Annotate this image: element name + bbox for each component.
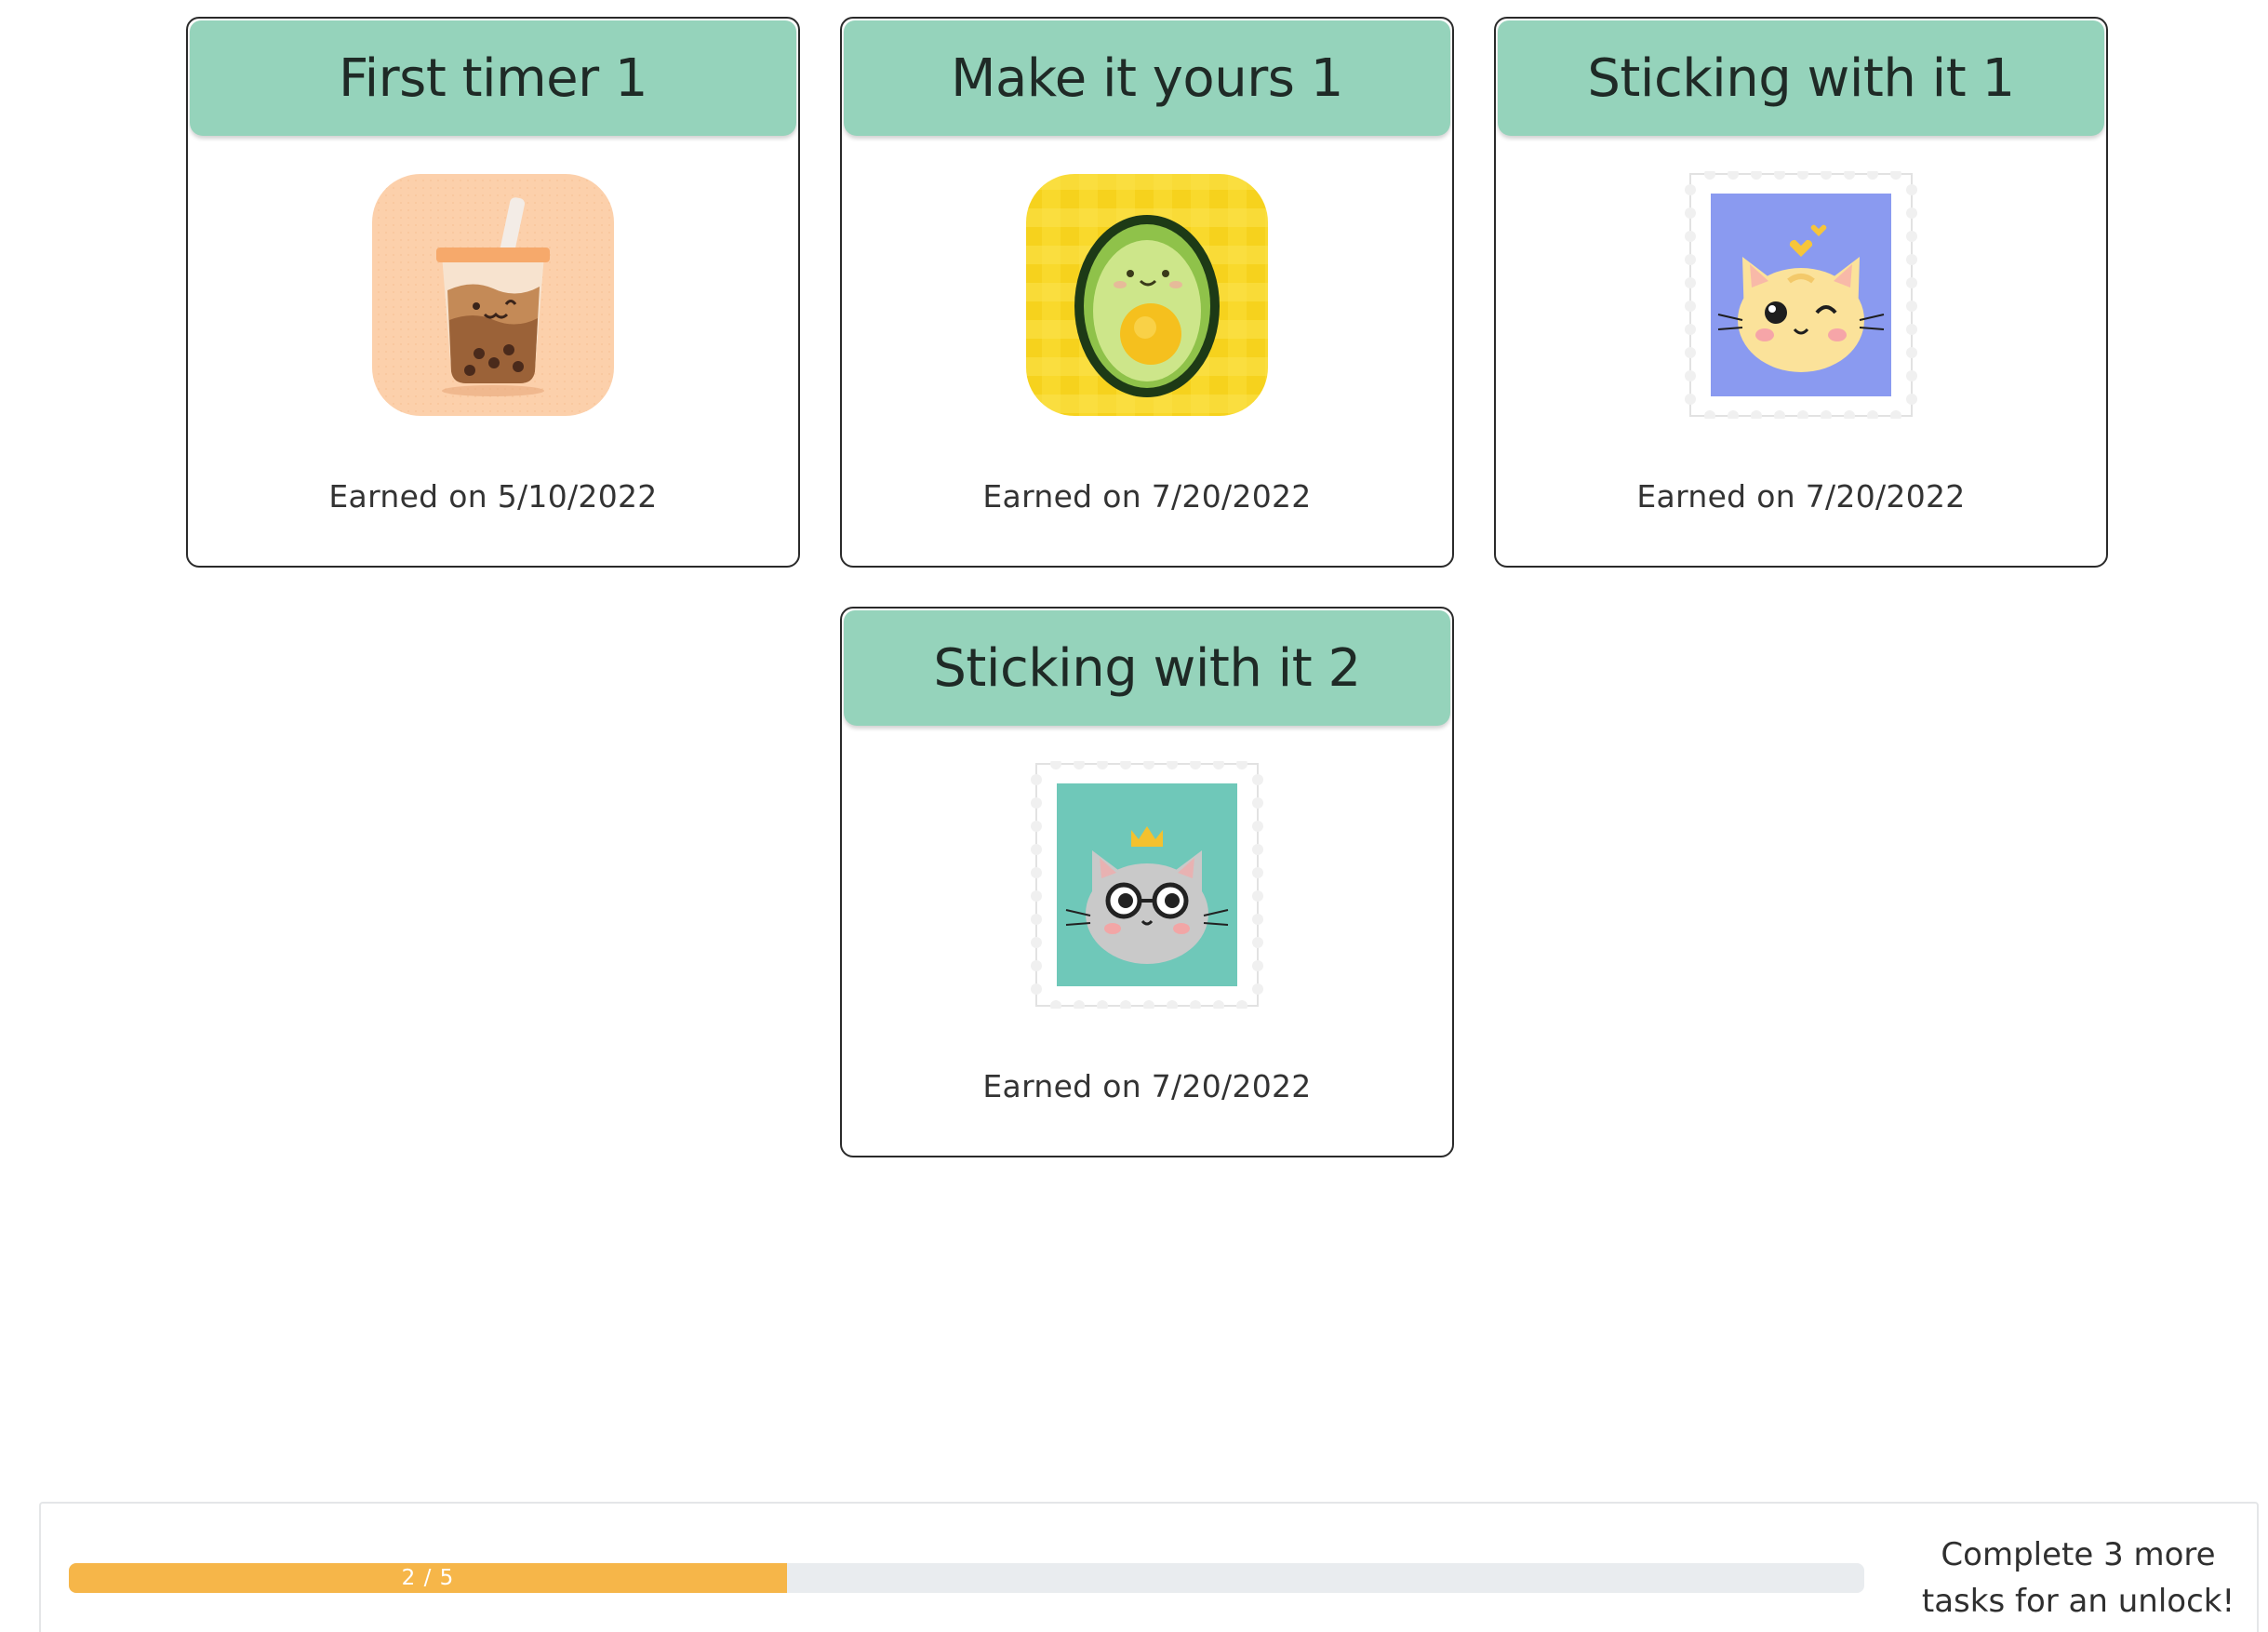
badge-title: Sticking with it 1 bbox=[1587, 47, 2015, 109]
unlock-message-line-1: Complete 3 more bbox=[1941, 1536, 2216, 1573]
progress-footer: 2 / 5 Complete 3 more tasks for an unloc… bbox=[39, 1502, 2259, 1632]
badge-card-header: Sticking with it 2 bbox=[844, 610, 1450, 726]
earned-date: Earned on 5/10/2022 bbox=[328, 478, 658, 515]
progress-bar: 2 / 5 bbox=[69, 1563, 1864, 1593]
badges-page: First timer 1 Earned on 5/10/2022 Make i… bbox=[0, 0, 2268, 1632]
badge-card-header: First timer 1 bbox=[190, 20, 796, 136]
yellow-cat-stamp-icon bbox=[1677, 171, 1925, 419]
progress-label: 2 / 5 bbox=[401, 1566, 455, 1590]
badge-card[interactable]: First timer 1 Earned on 5/10/2022 bbox=[186, 17, 800, 568]
badge-card[interactable]: Sticking with it 1 Earned on 7/20/2022 bbox=[1494, 17, 2108, 568]
earned-date: Earned on 7/20/2022 bbox=[982, 1068, 1312, 1104]
earned-date: Earned on 7/20/2022 bbox=[982, 478, 1312, 515]
badge-card-header: Make it yours 1 bbox=[844, 20, 1450, 136]
gray-cat-king-stamp-icon bbox=[1023, 761, 1271, 1009]
unlock-message: Complete 3 more tasks for an unlock! bbox=[1892, 1532, 2264, 1625]
badge-title: Sticking with it 2 bbox=[933, 637, 1361, 699]
earned-date: Earned on 7/20/2022 bbox=[1636, 478, 1966, 515]
progress-bar-fill: 2 / 5 bbox=[69, 1563, 787, 1593]
badge-title: First timer 1 bbox=[338, 47, 648, 109]
unlock-message-line-2: tasks for an unlock! bbox=[1921, 1583, 2235, 1620]
badge-title: Make it yours 1 bbox=[951, 47, 1343, 109]
avocado-icon bbox=[1023, 171, 1271, 419]
badge-card[interactable]: Make it yours 1 Earned on 7/20/2022 bbox=[840, 17, 1454, 568]
bubble-tea-icon bbox=[369, 171, 617, 419]
badge-card[interactable]: Sticking with it 2 Earned on 7/20/2022 bbox=[840, 607, 1454, 1157]
badge-card-header: Sticking with it 1 bbox=[1498, 20, 2104, 136]
